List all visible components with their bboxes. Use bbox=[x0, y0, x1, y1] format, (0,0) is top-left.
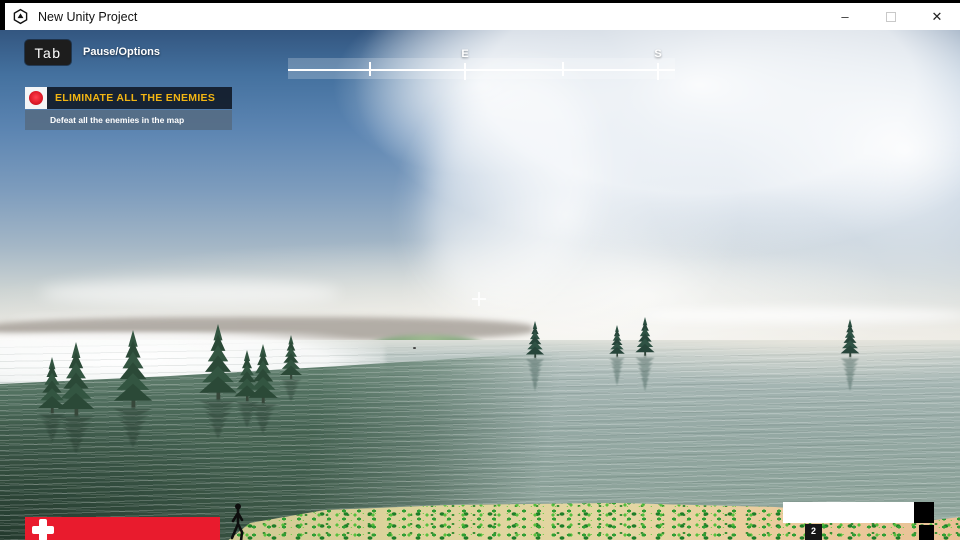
weapon-slot bbox=[914, 502, 934, 523]
close-button[interactable]: ✕ bbox=[914, 3, 960, 30]
pine-trees bbox=[38, 317, 860, 454]
tab-key-button[interactable]: Tab bbox=[25, 40, 71, 65]
minimize-button[interactable]: – bbox=[822, 3, 868, 30]
item-slot bbox=[919, 525, 934, 540]
maximize-button[interactable] bbox=[868, 3, 914, 30]
character-silhouette bbox=[230, 503, 244, 540]
window-title: New Unity Project bbox=[38, 9, 138, 24]
maximize-icon bbox=[886, 11, 896, 22]
health-bar bbox=[25, 517, 220, 540]
game-viewport bbox=[0, 30, 960, 540]
window-titlebar: New Unity Project – ✕ bbox=[0, 0, 960, 30]
unity-game-window: Tab Pause/Options E S ELIMINATE ALL THE … bbox=[0, 0, 960, 540]
ammo-bar bbox=[783, 502, 914, 523]
unity-logo-icon bbox=[13, 8, 28, 25]
health-cross-icon bbox=[32, 519, 54, 540]
